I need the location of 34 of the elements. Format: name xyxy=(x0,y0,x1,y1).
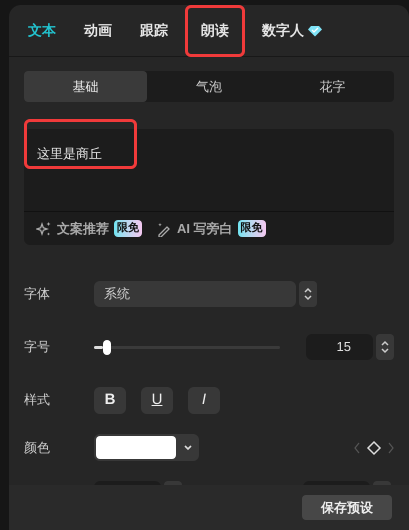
segment-tab[interactable]: 气泡 xyxy=(147,71,271,102)
tab[interactable]: 数字人 xyxy=(249,5,335,56)
tab[interactable]: 文本 xyxy=(15,5,69,56)
free-badge: 限免 xyxy=(114,220,142,237)
segment-tab[interactable]: 基础 xyxy=(24,71,148,102)
size-slider[interactable] xyxy=(94,340,280,354)
text-box[interactable]: 这里是商丘 文案推荐 限免 AI 写旁白 限免 xyxy=(24,129,394,245)
slider-thumb[interactable] xyxy=(103,340,112,354)
tab[interactable]: 动画 xyxy=(71,5,125,56)
font-dropdown[interactable]: 系统 xyxy=(94,281,296,307)
style-label: 样式 xyxy=(24,391,51,410)
keyframe-icon[interactable] xyxy=(354,440,394,456)
size-label: 字号 xyxy=(24,338,51,356)
color-label: 颜色 xyxy=(24,438,51,457)
tool-link[interactable]: AI 写旁白 xyxy=(177,218,233,238)
free-badge: 限免 xyxy=(238,220,266,237)
font-label: 字体 xyxy=(24,285,51,304)
tab[interactable]: 跟踪 xyxy=(127,5,181,56)
sparkle-icon xyxy=(36,220,52,236)
tab[interactable]: 朗读 xyxy=(185,5,245,56)
color-picker[interactable] xyxy=(94,434,199,461)
stepper-icon[interactable] xyxy=(299,281,317,307)
chevron-down-icon xyxy=(183,444,193,452)
size-input[interactable]: 15 xyxy=(306,334,373,360)
segment-tab[interactable]: 花字 xyxy=(270,71,394,102)
save-preset-button[interactable]: 保存预设 xyxy=(302,495,392,520)
italic-button[interactable]: I xyxy=(188,386,220,414)
diamond-icon xyxy=(308,24,322,36)
stepper-icon[interactable] xyxy=(376,334,394,360)
tool-link[interactable]: 文案推荐 xyxy=(57,218,109,238)
text-input[interactable]: 这里是商丘 xyxy=(37,146,102,161)
underline-button[interactable]: U xyxy=(141,386,173,414)
magic-pen-icon xyxy=(156,220,172,236)
bold-button[interactable]: B xyxy=(94,386,126,414)
